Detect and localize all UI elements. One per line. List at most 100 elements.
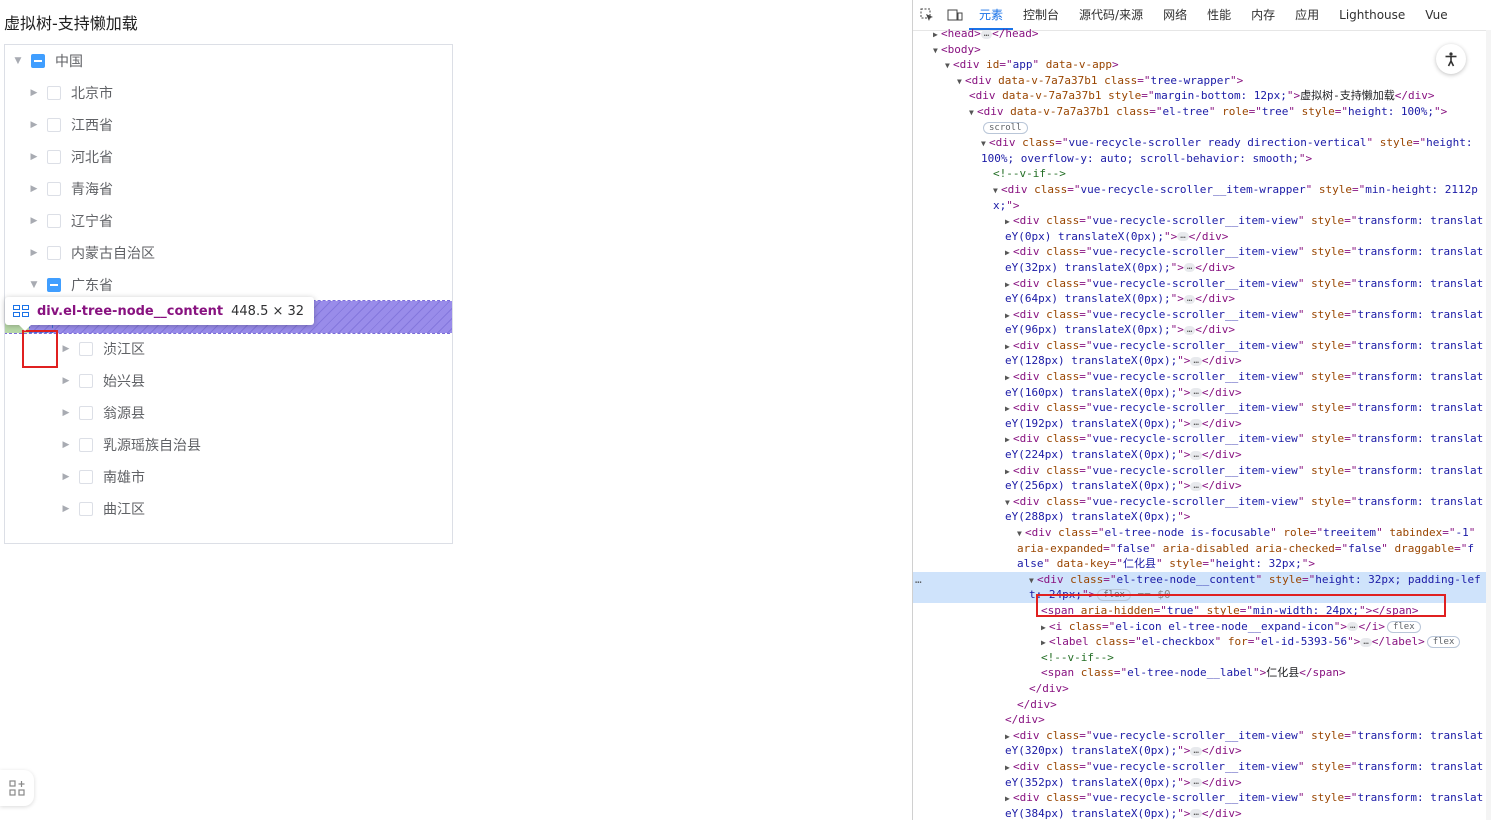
- collapsed-ellipsis[interactable]: …: [1190, 778, 1202, 787]
- dom-node-line[interactable]: eY(256px) translateX(0px);">… </div>: [913, 478, 1491, 494]
- collapsed-ellipsis[interactable]: …: [1360, 637, 1372, 647]
- tree-checkbox[interactable]: [47, 214, 61, 228]
- expand-right-icon[interactable]: ▶: [1005, 277, 1013, 293]
- dom-node-line[interactable]: </div>: [913, 697, 1491, 713]
- collapsed-ellipsis[interactable]: …: [1183, 325, 1196, 335]
- caret-right-icon[interactable]: ▶: [61, 472, 71, 482]
- dom-node-line[interactable]: ▼ <div data-v-7a7a37b1 class="el-tree" ro…: [913, 104, 1491, 120]
- caret-right-icon[interactable]: ▶: [29, 184, 39, 194]
- dom-node-line[interactable]: ▶ <i class="el-icon el-tree-node__expand-…: [913, 619, 1491, 635]
- collapsed-ellipsis[interactable]: …: [1177, 232, 1189, 242]
- tree-checkbox[interactable]: [79, 470, 93, 484]
- expand-right-icon[interactable]: ▶: [1005, 464, 1013, 480]
- tree-checkbox[interactable]: [47, 182, 61, 196]
- tree-node[interactable]: ▶ 北京市: [5, 77, 452, 109]
- dom-node-line[interactable]: ▶ <div class="vue-recycle-scroller__item-…: [913, 244, 1491, 260]
- dom-node-line[interactable]: ▼ <div class="vue-recycle-scroller__item-…: [913, 182, 1491, 198]
- tree-node[interactable]: ▶ 内蒙古自治区: [5, 237, 452, 269]
- dom-node-line[interactable]: ▼ <div class="el-tree-node is-focusable" …: [913, 525, 1491, 541]
- dom-node-line[interactable]: eY(384px) translateX(0px);">… </div>: [913, 806, 1491, 820]
- expand-down-icon[interactable]: ▼: [1005, 495, 1013, 511]
- expand-down-icon[interactable]: ▼: [993, 183, 1001, 199]
- dom-node-line[interactable]: ▶ <div class="vue-recycle-scroller__item-…: [913, 338, 1491, 354]
- dom-node-line[interactable]: eY(192px) translateX(0px);">… </div>: [913, 416, 1491, 432]
- collapsed-ellipsis[interactable]: …: [1183, 294, 1196, 304]
- caret-right-icon[interactable]: ▶: [61, 376, 71, 386]
- expand-down-icon[interactable]: ▼: [1017, 526, 1025, 542]
- caret-right-icon[interactable]: ▶: [29, 248, 39, 258]
- collapsed-ellipsis[interactable]: …: [1347, 622, 1359, 632]
- expand-down-icon[interactable]: ▼: [1029, 573, 1037, 589]
- dom-node-line[interactable]: ▶ <div class="vue-recycle-scroller__item-…: [913, 790, 1491, 806]
- expand-right-icon[interactable]: ▶: [1005, 308, 1013, 324]
- expand-right-icon[interactable]: ▶: [1005, 729, 1013, 745]
- grid-plus-icon[interactable]: [0, 770, 34, 806]
- tree-node[interactable]: ▶ 翁源县: [5, 397, 452, 429]
- tree-checkbox[interactable]: [79, 438, 93, 452]
- expand-down-icon[interactable]: ▼: [969, 105, 977, 121]
- expand-right-icon[interactable]: ▶: [1005, 339, 1013, 355]
- dom-node-line[interactable]: <!--v-if-->: [913, 166, 1491, 182]
- tree-node[interactable]: ▶ 江西省: [5, 109, 452, 141]
- layout-badge[interactable]: flex: [1426, 636, 1461, 649]
- expand-down-icon[interactable]: ▼: [981, 136, 989, 152]
- dom-node-line[interactable]: eY(128px) translateX(0px);">… </div>: [913, 353, 1491, 369]
- tree-checkbox[interactable]: [47, 150, 61, 164]
- collapsed-ellipsis[interactable]: …: [1190, 388, 1202, 398]
- dom-node-line[interactable]: x;">: [913, 198, 1491, 214]
- dom-node-line[interactable]: ▶ <div class="vue-recycle-scroller__item-…: [913, 400, 1491, 416]
- expand-right-icon[interactable]: ▶: [1005, 245, 1013, 261]
- tree-checkbox[interactable]: [47, 86, 61, 100]
- tree-node[interactable]: ▼ 中国: [5, 45, 452, 77]
- dom-node-line[interactable]: … ▼ <div class="el-tree-node__content" sty…: [913, 571, 1491, 589]
- collapsed-ellipsis[interactable]: …: [1190, 419, 1202, 429]
- tree-node[interactable]: ▶ 南雄市: [5, 461, 452, 493]
- tree-checkbox[interactable]: [79, 502, 93, 516]
- caret-right-icon[interactable]: ▶: [61, 440, 71, 450]
- dom-node-line[interactable]: </div>: [913, 681, 1491, 697]
- collapsed-ellipsis[interactable]: …: [1183, 263, 1196, 273]
- tree-checkbox[interactable]: [79, 374, 93, 388]
- expand-down-icon[interactable]: ▼: [945, 58, 953, 74]
- caret-right-icon[interactable]: ▶: [29, 120, 39, 130]
- dom-node-line[interactable]: ▶ <head>… </head>: [913, 26, 1491, 42]
- collapsed-ellipsis[interactable]: …: [1190, 809, 1202, 819]
- dom-node-line[interactable]: <div data-v-7a7a37b1 style="margin-botto…: [913, 88, 1491, 104]
- dom-node-line[interactable]: ▼ <body>: [913, 42, 1491, 58]
- dom-node-line[interactable]: eY(32px) translateX(0px);">… </div>: [913, 260, 1491, 276]
- expand-right-icon[interactable]: ▶: [1005, 214, 1013, 230]
- dom-node-line[interactable]: aria-expanded="false" aria-disabled aria…: [913, 541, 1491, 557]
- dom-node-line[interactable]: ▼ <div class="vue-recycle-scroller ready …: [913, 135, 1491, 151]
- caret-right-icon[interactable]: ▶: [29, 88, 39, 98]
- devtools-scrollbar[interactable]: [1486, 30, 1491, 820]
- dom-node-line[interactable]: ▶ <div class="vue-recycle-scroller__item-…: [913, 369, 1491, 385]
- dom-node-line[interactable]: ▶ <div class="vue-recycle-scroller__item-…: [913, 276, 1491, 292]
- dom-node-line[interactable]: ▶ <div class="vue-recycle-scroller__item-…: [913, 307, 1491, 323]
- dom-node-line[interactable]: eY(352px) translateX(0px);">… </div>: [913, 775, 1491, 791]
- tree-checkbox[interactable]: [47, 118, 61, 132]
- dom-node-line[interactable]: </div>: [913, 712, 1491, 728]
- dom-node-line[interactable]: ▶ <div class="vue-recycle-scroller__item-…: [913, 759, 1491, 775]
- dom-node-line[interactable]: eY(96px) translateX(0px);">… </div>: [913, 322, 1491, 338]
- tree-checkbox[interactable]: [47, 278, 61, 292]
- dom-node-line[interactable]: <span class="el-tree-node__label">仁化县</s…: [913, 665, 1491, 681]
- tree-checkbox[interactable]: [79, 406, 93, 420]
- layout-badge[interactable]: flex: [1386, 620, 1421, 633]
- expand-right-icon[interactable]: ▶: [1005, 401, 1013, 417]
- dom-node-line[interactable]: ▶ <div class="vue-recycle-scroller__item-…: [913, 431, 1491, 447]
- collapsed-ellipsis[interactable]: …: [1190, 356, 1202, 366]
- dom-node-line[interactable]: eY(160px) translateX(0px);">… </div>: [913, 385, 1491, 401]
- dom-node-line[interactable]: eY(320px) translateX(0px);">… </div>: [913, 743, 1491, 759]
- expand-right-icon[interactable]: ▶: [1005, 791, 1013, 807]
- tree-node[interactable]: ▶ 辽宁省: [5, 205, 452, 237]
- caret-down-icon[interactable]: ▼: [29, 280, 39, 290]
- dom-node-line[interactable]: eY(0px) translateX(0px);">… </div>: [913, 229, 1491, 245]
- tree-node[interactable]: ▶ 河北省: [5, 141, 452, 173]
- dom-node-line[interactable]: eY(288px) translateX(0px);">: [913, 509, 1491, 525]
- tree-node[interactable]: ▶ 曲江区: [5, 493, 452, 525]
- expand-right-icon[interactable]: ▶: [1005, 432, 1013, 448]
- dom-node-line[interactable]: alse" data-key="仁化县" style="height: 32px…: [913, 556, 1491, 572]
- expand-down-icon[interactable]: ▼: [957, 74, 965, 90]
- inspect-element-icon[interactable]: [913, 8, 941, 22]
- expand-right-icon[interactable]: ▶: [1005, 760, 1013, 776]
